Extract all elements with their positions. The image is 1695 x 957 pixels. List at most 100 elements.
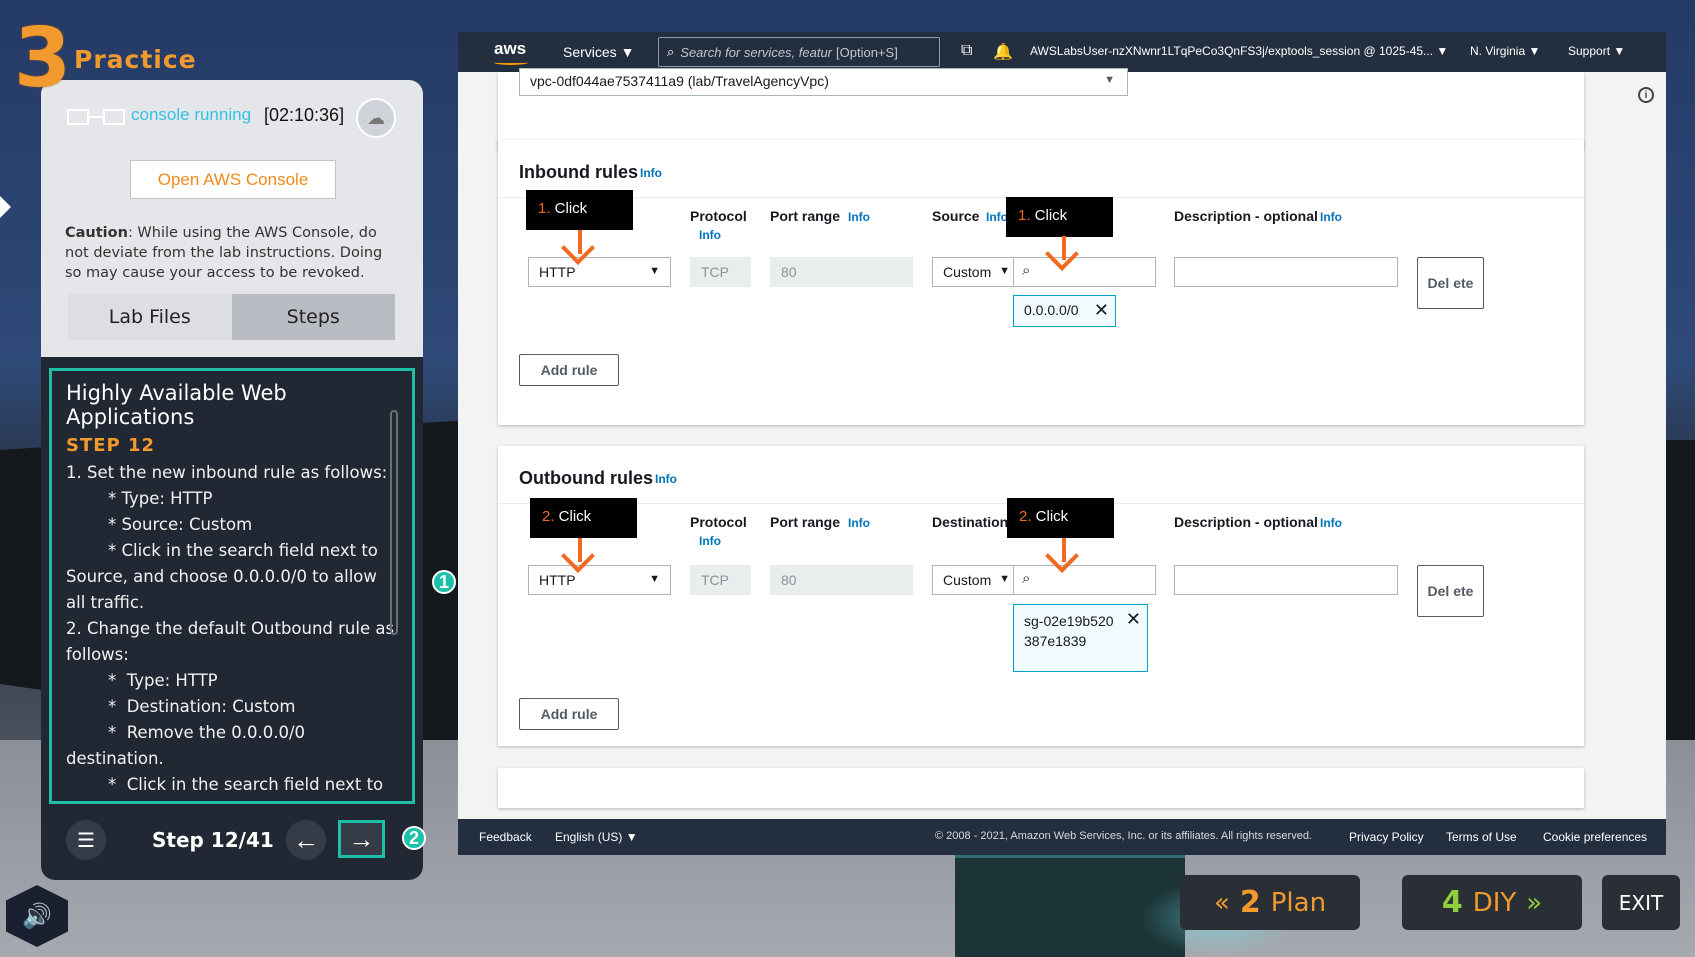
steps-menu-icon[interactable]: ☰ — [66, 820, 106, 860]
cookie-preferences-link[interactable]: Cookie preferences — [1543, 830, 1647, 844]
aws-search-input[interactable]: ⌕ Search for services, featur [Option+S] — [658, 37, 940, 67]
protocol-info-link[interactable]: Info — [699, 534, 721, 548]
exit-button[interactable]: EXIT — [1602, 875, 1680, 930]
step-counter: Step 12/41 — [152, 828, 274, 852]
language-selector[interactable]: English (US) ▼ — [555, 830, 638, 844]
search-shortcut: [Option+S] — [836, 44, 898, 60]
inbound-description-input[interactable] — [1174, 257, 1398, 287]
tab-lab-files[interactable]: Lab Files — [68, 294, 232, 340]
search-icon: ⌕ — [1022, 262, 1031, 279]
outbound-destination-search-input[interactable]: ⌕ — [1013, 565, 1156, 595]
outbound-destination-token-value: sg-02e19b520387e1839 — [1024, 613, 1114, 649]
basic-details-panel: vpc-0df044ae7537411a9 (lab/TravelAgencyV… — [498, 68, 1584, 150]
instruction-line: * Click in the search field next to Dest… — [107, 775, 384, 794]
outbound-destination-type-select[interactable]: Custom ▼ — [932, 565, 1015, 595]
feedback-link[interactable]: Feedback — [479, 830, 532, 844]
cloudshell-icon[interactable]: ⧉ — [961, 42, 972, 60]
instruction-line: * Destination: Custom — [66, 697, 296, 716]
console-status: console running — [131, 105, 252, 124]
diy-button[interactable]: 4 DIY » — [1402, 875, 1582, 930]
callout-label: Click — [1030, 207, 1068, 224]
callout-inbound-type: 1. Click — [526, 190, 633, 230]
practice-step-number: 3 — [14, 11, 72, 106]
help-info-icon[interactable]: i — [1638, 87, 1654, 103]
aws-logo-smile — [494, 60, 528, 65]
caution-label: Caution — [65, 225, 128, 241]
caution-note: Caution: While using the AWS Console, do… — [65, 223, 398, 283]
description-info-link[interactable]: Info — [1320, 516, 1342, 530]
description-header: Description - optional — [1174, 514, 1318, 530]
description-info-link[interactable]: Info — [1320, 210, 1342, 224]
plan-label: Plan — [1270, 887, 1327, 918]
outbound-rules-title: Outbound rules — [519, 468, 653, 488]
outbound-description-input[interactable] — [1174, 565, 1398, 595]
privacy-policy-link[interactable]: Privacy Policy — [1349, 830, 1424, 844]
inbound-delete-button[interactable]: Del ete — [1417, 257, 1484, 309]
inbound-rules-panel: Inbound rules Info Protocol Info Port ra… — [498, 140, 1584, 425]
mouse-cursor-icon — [0, 196, 11, 218]
chevron-down-icon: ▼ — [999, 573, 1010, 585]
search-icon: ⌕ — [1022, 570, 1031, 587]
instructions-scrollbar[interactable] — [390, 410, 398, 635]
protocol-info-link[interactable]: Info — [699, 228, 721, 242]
previous-step-button[interactable]: ← — [286, 820, 326, 860]
source-info-link[interactable]: Info — [986, 210, 1008, 224]
aws-console-window: aws Services ▼ ⌕ Search for services, fe… — [458, 32, 1666, 855]
inbound-add-rule-button[interactable]: Add rule — [519, 354, 619, 386]
vpc-select[interactable]: vpc-0df044ae7537411a9 (lab/TravelAgencyV… — [519, 68, 1128, 96]
outbound-destination-token: sg-02e19b520387e1839 ✕ — [1013, 604, 1148, 672]
instruction-line: 2. Change the default Outbound rule as f… — [66, 619, 400, 664]
callout-label: Click — [554, 508, 592, 525]
region-selector[interactable]: N. Virginia ▼ — [1470, 44, 1540, 58]
remove-token-icon[interactable]: ✕ — [1126, 609, 1141, 629]
inbound-rules-title: Inbound rules — [519, 162, 638, 182]
chevron-down-icon: ▼ — [649, 573, 660, 585]
search-icon: ⌕ — [667, 44, 675, 59]
chevron-down-icon: ▼ — [1104, 74, 1115, 86]
outbound-delete-button[interactable]: Del ete — [1417, 565, 1484, 617]
inbound-source-type-select[interactable]: Custom ▼ — [932, 257, 1015, 287]
remove-token-icon[interactable]: ✕ — [1094, 300, 1109, 321]
support-menu[interactable]: Support ▼ — [1568, 44, 1625, 58]
inbound-source-token: 0.0.0.0/0 ✕ — [1013, 295, 1116, 327]
port-range-info-link[interactable]: Info — [848, 210, 870, 224]
port-range-info-link[interactable]: Info — [848, 516, 870, 530]
open-aws-console-button[interactable]: Open AWS Console — [130, 160, 336, 199]
terms-of-use-link[interactable]: Terms of Use — [1446, 830, 1517, 844]
console-connection-icon — [67, 109, 129, 127]
outbound-type-select[interactable]: HTTP ▼ — [528, 565, 671, 595]
instruction-line: * Remove the 0.0.0.0/0 destination. — [66, 723, 311, 768]
outbound-info-link[interactable]: Info — [655, 472, 677, 486]
plan-button[interactable]: « 2 Plan — [1180, 875, 1360, 930]
chevron-down-icon: ▼ — [999, 265, 1010, 277]
instruction-line: * Source: Custom — [66, 515, 253, 534]
inbound-port-field: 80 — [770, 257, 913, 287]
next-step-button[interactable]: → — [338, 820, 385, 858]
protocol-header: Protocol — [690, 514, 747, 530]
aws-logo[interactable]: aws — [494, 39, 526, 59]
aws-top-nav: aws Services ▼ ⌕ Search for services, fe… — [458, 32, 1666, 72]
instruction-line: * Click in the search field next to Sour… — [66, 541, 384, 612]
copyright-text: © 2008 - 2021, Amazon Web Services, Inc.… — [935, 830, 1312, 842]
cloud-icon[interactable]: ☁ — [356, 98, 396, 138]
practice-title: Practice — [74, 45, 197, 74]
chevrons-left-icon: « — [1213, 887, 1230, 918]
instruction-line: * Type: HTTP — [66, 489, 213, 508]
inbound-type-select[interactable]: HTTP ▼ — [528, 257, 671, 287]
notifications-bell-icon[interactable]: 🔔 — [993, 42, 1013, 62]
services-menu[interactable]: Services ▼ — [563, 44, 634, 60]
inbound-source-search-input[interactable]: ⌕ — [1013, 257, 1156, 287]
outbound-port-field: 80 — [770, 565, 913, 595]
inbound-info-link[interactable]: Info — [640, 166, 662, 180]
tab-steps[interactable]: Steps — [231, 294, 395, 340]
outbound-add-rule-button[interactable]: Add rule — [519, 698, 619, 730]
session-timer: [02:10:36] — [264, 105, 345, 125]
next-section-panel — [498, 768, 1584, 808]
instruction-line: 1. Set the new inbound rule as follows: — [66, 463, 388, 482]
arrow-down-icon — [578, 538, 582, 562]
outbound-type-value: HTTP — [539, 572, 576, 588]
account-menu[interactable]: AWSLabsUser-nzXNwnr1LTqPeCo3QnFS3j/expto… — [1030, 44, 1448, 58]
inbound-type-value: HTTP — [539, 264, 576, 280]
callout-label: Click — [1031, 508, 1069, 525]
description-header: Description - optional — [1174, 208, 1318, 224]
